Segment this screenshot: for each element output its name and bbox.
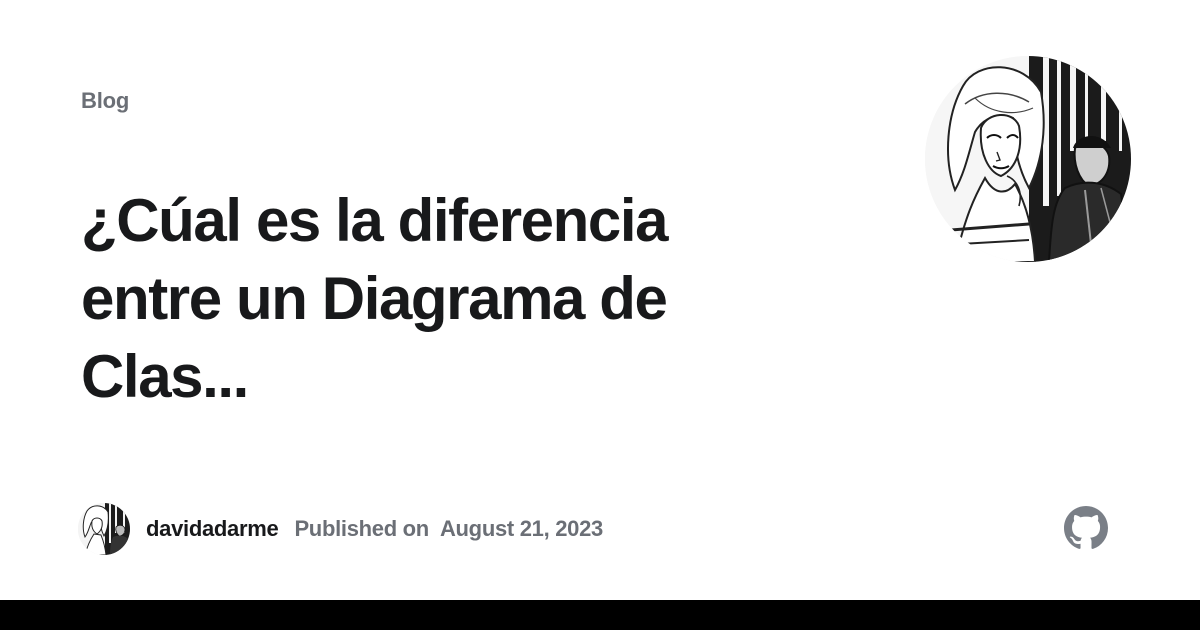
github-icon[interactable] — [1064, 506, 1108, 550]
hero-avatar-image — [925, 56, 1131, 262]
author-name[interactable]: davidadarme — [146, 516, 279, 542]
published-label: Published on — [294, 516, 429, 541]
author-avatar[interactable] — [78, 503, 130, 555]
published-date: August 21, 2023 — [439, 516, 603, 541]
post-meta: davidadarme Published on August 21, 2023 — [78, 503, 603, 555]
section-label[interactable]: Blog — [81, 88, 129, 114]
bottom-bar — [0, 600, 1200, 630]
page-title: ¿Cúal es la diferencia entre un Diagrama… — [81, 187, 669, 410]
social-card: Blog ¿Cúal es la diferencia entre un Dia… — [0, 0, 1200, 630]
